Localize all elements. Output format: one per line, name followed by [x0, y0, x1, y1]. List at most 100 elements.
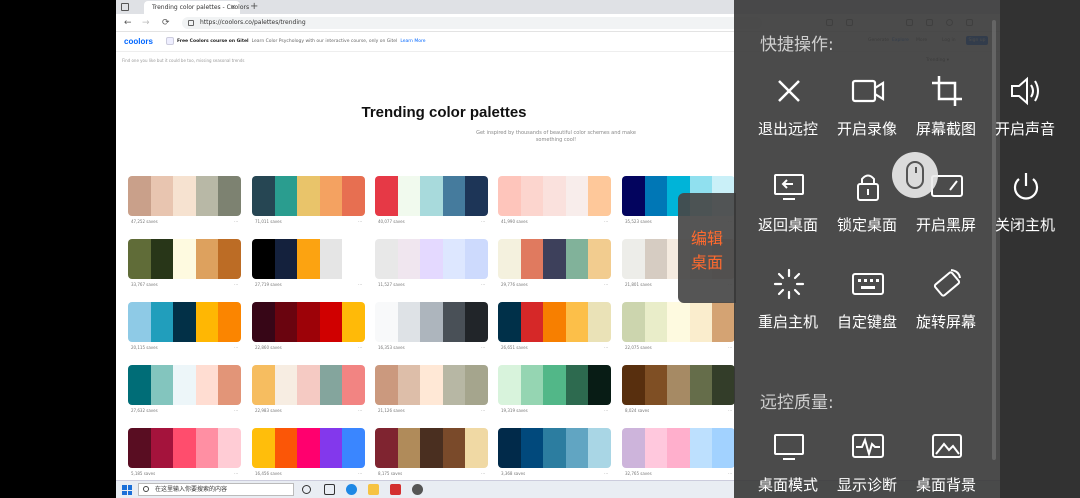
color-swatch[interactable]	[622, 176, 645, 216]
palette-card[interactable]: 11,527 saves ⋯	[375, 239, 488, 289]
color-swatch[interactable]	[195, 428, 219, 468]
more-options-icon[interactable]: ⋯	[234, 219, 238, 224]
color-swatch[interactable]	[520, 302, 544, 342]
color-swatch[interactable]	[498, 365, 521, 405]
palette-card[interactable]: 19,319 saves ⋯	[498, 365, 611, 415]
color-swatch[interactable]	[397, 239, 421, 279]
tab-close-icon[interactable]: ×	[230, 3, 236, 11]
palette-card[interactable]: 26,651 saves ⋯	[498, 302, 611, 352]
more-options-icon[interactable]: ⋯	[481, 345, 485, 350]
color-swatch[interactable]	[498, 239, 521, 279]
color-swatch[interactable]	[465, 365, 488, 405]
palette-card[interactable]: 16,456 saves ⋯	[252, 428, 365, 478]
more-options-icon[interactable]: ⋯	[481, 282, 485, 287]
color-swatch[interactable]	[128, 365, 151, 405]
more-options-icon[interactable]: ⋯	[604, 282, 608, 287]
color-swatch[interactable]	[420, 239, 443, 279]
color-swatch[interactable]	[520, 176, 544, 216]
color-swatch[interactable]	[173, 176, 196, 216]
color-swatch[interactable]	[712, 428, 735, 468]
restart-button[interactable]: 重启主机	[750, 267, 826, 337]
color-swatch[interactable]	[397, 176, 421, 216]
color-swatch[interactable]	[644, 428, 668, 468]
more-options-icon[interactable]: ⋯	[358, 282, 362, 287]
more-options-icon[interactable]: ⋯	[234, 282, 238, 287]
color-swatch[interactable]	[173, 365, 196, 405]
color-swatch[interactable]	[498, 428, 521, 468]
palette-swatches[interactable]	[128, 302, 241, 342]
palette-swatches[interactable]	[375, 365, 488, 405]
color-swatch[interactable]	[442, 239, 466, 279]
palette-swatches[interactable]	[252, 428, 365, 468]
color-swatch[interactable]	[498, 176, 521, 216]
color-swatch[interactable]	[150, 365, 174, 405]
color-swatch[interactable]	[442, 302, 466, 342]
palette-swatches[interactable]	[128, 365, 241, 405]
color-swatch[interactable]	[218, 302, 241, 342]
more-options-icon[interactable]: ⋯	[358, 471, 362, 476]
color-swatch[interactable]	[319, 365, 343, 405]
palette-swatches[interactable]	[252, 302, 365, 342]
color-swatch[interactable]	[274, 176, 298, 216]
more-options-icon[interactable]: ⋯	[481, 471, 485, 476]
color-swatch[interactable]	[667, 428, 690, 468]
palette-card[interactable]: 16,353 saves ⋯	[375, 302, 488, 352]
palette-swatches[interactable]	[498, 302, 611, 342]
color-swatch[interactable]	[252, 365, 275, 405]
color-swatch[interactable]	[274, 428, 298, 468]
color-swatch[interactable]	[543, 176, 566, 216]
color-swatch[interactable]	[689, 428, 713, 468]
palette-swatches[interactable]	[375, 302, 488, 342]
color-swatch[interactable]	[565, 176, 589, 216]
color-swatch[interactable]	[195, 239, 219, 279]
palette-card[interactable]: 41,990 saves ⋯	[498, 176, 611, 226]
color-swatch[interactable]	[218, 176, 241, 216]
color-swatch[interactable]	[297, 428, 320, 468]
color-swatch[interactable]	[274, 365, 298, 405]
color-swatch[interactable]	[218, 365, 241, 405]
color-swatch[interactable]	[622, 365, 645, 405]
color-swatch[interactable]	[150, 176, 174, 216]
more-options-icon[interactable]: ⋯	[481, 408, 485, 413]
color-swatch[interactable]	[712, 365, 735, 405]
color-swatch[interactable]	[565, 428, 589, 468]
color-swatch[interactable]	[465, 428, 488, 468]
panel-scrollbar[interactable]	[992, 20, 996, 460]
color-swatch[interactable]	[218, 239, 241, 279]
color-swatch[interactable]	[319, 302, 343, 342]
taskbar-search-input[interactable]: 在这里输入你要搜索的内容	[138, 483, 294, 496]
palette-swatches[interactable]	[498, 239, 611, 279]
tab-actions-icon[interactable]	[121, 3, 129, 11]
color-swatch[interactable]	[297, 302, 320, 342]
color-swatch[interactable]	[442, 365, 466, 405]
color-swatch[interactable]	[274, 302, 298, 342]
windows-start-icon[interactable]	[122, 485, 132, 495]
color-swatch[interactable]	[442, 176, 466, 216]
color-swatch[interactable]	[712, 302, 735, 342]
color-swatch[interactable]	[465, 239, 488, 279]
coolors-logo[interactable]: coolors	[124, 37, 153, 46]
more-options-icon[interactable]: ⋯	[604, 408, 608, 413]
palette-swatches[interactable]	[622, 302, 735, 342]
more-options-icon[interactable]: ⋯	[358, 408, 362, 413]
exit-remote-button[interactable]: 退出远控	[750, 74, 826, 144]
color-swatch[interactable]	[375, 239, 398, 279]
color-swatch[interactable]	[543, 302, 566, 342]
color-swatch[interactable]	[588, 239, 611, 279]
color-swatch[interactable]	[218, 428, 241, 468]
palette-swatches[interactable]	[128, 176, 241, 216]
color-swatch[interactable]	[150, 428, 174, 468]
palette-swatches[interactable]	[375, 176, 488, 216]
color-swatch[interactable]	[342, 176, 365, 216]
palette-card[interactable]: 20,115 saves ⋯	[128, 302, 241, 352]
palette-card[interactable]: 22,075 saves ⋯	[622, 302, 735, 352]
color-swatch[interactable]	[520, 428, 544, 468]
more-options-icon[interactable]: ⋯	[604, 471, 608, 476]
color-swatch[interactable]	[667, 302, 690, 342]
color-swatch[interactable]	[252, 239, 275, 279]
color-swatch[interactable]	[319, 428, 343, 468]
edit-desktop-button[interactable]: 编辑 桌面	[678, 193, 736, 303]
color-swatch[interactable]	[252, 428, 275, 468]
palette-swatches[interactable]	[375, 239, 488, 279]
color-swatch[interactable]	[689, 365, 713, 405]
